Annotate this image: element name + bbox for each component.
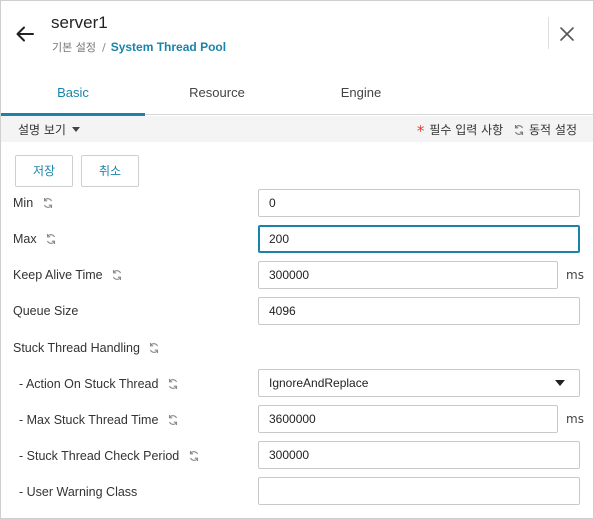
close-icon[interactable] [556,23,578,45]
stuck-thread-check-period-label-text: - Stuck Thread Check Period [19,449,180,463]
breadcrumb: 기본 설정 / System Thread Pool [52,39,226,55]
dropdown-caret-icon [555,380,565,386]
user-warning-class-input[interactable] [258,477,580,505]
save-button[interactable]: 저장 [15,155,73,187]
action-on-stuck-thread-value: IgnoreAndReplace [269,376,369,390]
sync-icon [150,343,159,353]
breadcrumb-current: System Thread Pool [110,40,227,54]
user-warning-class-label: - User Warning Class [19,485,138,499]
sync-icon [189,451,198,461]
back-arrow-icon[interactable] [14,23,36,45]
max-label: Max [13,232,57,246]
stuck-thread-handling-label-text: Stuck Thread Handling [13,341,140,355]
action-on-stuck-thread-label: - Action On Stuck Thread [19,377,179,391]
breadcrumb-separator: / [101,41,106,54]
max-input[interactable]: 200 [258,225,580,253]
tab-resource[interactable]: Resource [145,77,289,115]
stuck-thread-handling-label: Stuck Thread Handling [13,341,160,355]
header-divider [548,17,549,49]
dynamic-legend-label: 동적 설정 [529,123,577,137]
tab-engine[interactable]: Engine [289,77,433,115]
max-stuck-thread-time-input[interactable]: 3600000 [258,405,558,433]
legend: * 필수 입력 사항 동적 설정 [417,121,577,140]
tab-bar: Basic Resource Engine [1,77,593,116]
sync-icon [168,379,177,389]
queue-size-label: Queue Size [13,304,79,318]
max-stuck-thread-time-label: - Max Stuck Thread Time [19,413,179,427]
required-legend-label: 필수 입력 사항 [429,123,504,137]
sync-icon [514,125,524,135]
sync-icon [113,270,122,280]
header: server1 기본 설정 / System Thread Pool [1,1,593,63]
stuck-thread-check-period-label: - Stuck Thread Check Period [19,449,200,463]
stuck-thread-check-period-input[interactable]: 300000 [258,441,580,469]
queue-size-input[interactable]: 4096 [258,297,580,325]
toolbar: 설명 보기 * 필수 입력 사항 동적 설정 [1,116,593,142]
keep-alive-time-label: Keep Alive Time [13,268,123,282]
tab-basic[interactable]: Basic [1,77,145,116]
dialog-frame: server1 기본 설정 / System Thread Pool Basic R… [0,0,594,519]
breadcrumb-parent[interactable]: 기본 설정 [52,41,96,54]
min-input[interactable]: 0 [258,189,580,217]
page-title: server1 [51,13,108,32]
min-label: Min [13,196,54,210]
keep-alive-time-label-text: Keep Alive Time [13,268,103,282]
action-on-stuck-thread-select[interactable]: IgnoreAndReplace [258,369,580,397]
sync-icon [168,415,177,425]
description-toggle-label: 설명 보기 [18,123,66,137]
keep-alive-time-input[interactable]: 300000 [258,261,558,289]
sync-icon [43,198,52,208]
required-star-icon: * [416,122,425,140]
cancel-button[interactable]: 취소 [81,155,139,187]
max-label-text: Max [13,232,37,246]
max-stuck-thread-time-label-text: - Max Stuck Thread Time [19,413,159,427]
description-toggle[interactable]: 설명 보기 [18,121,80,138]
sync-icon [47,234,56,244]
keep-alive-time-unit: ms [566,268,584,282]
min-label-text: Min [13,196,34,210]
caret-down-icon [71,127,80,132]
action-on-stuck-thread-label-text: - Action On Stuck Thread [19,377,159,391]
max-stuck-thread-time-unit: ms [566,412,584,426]
